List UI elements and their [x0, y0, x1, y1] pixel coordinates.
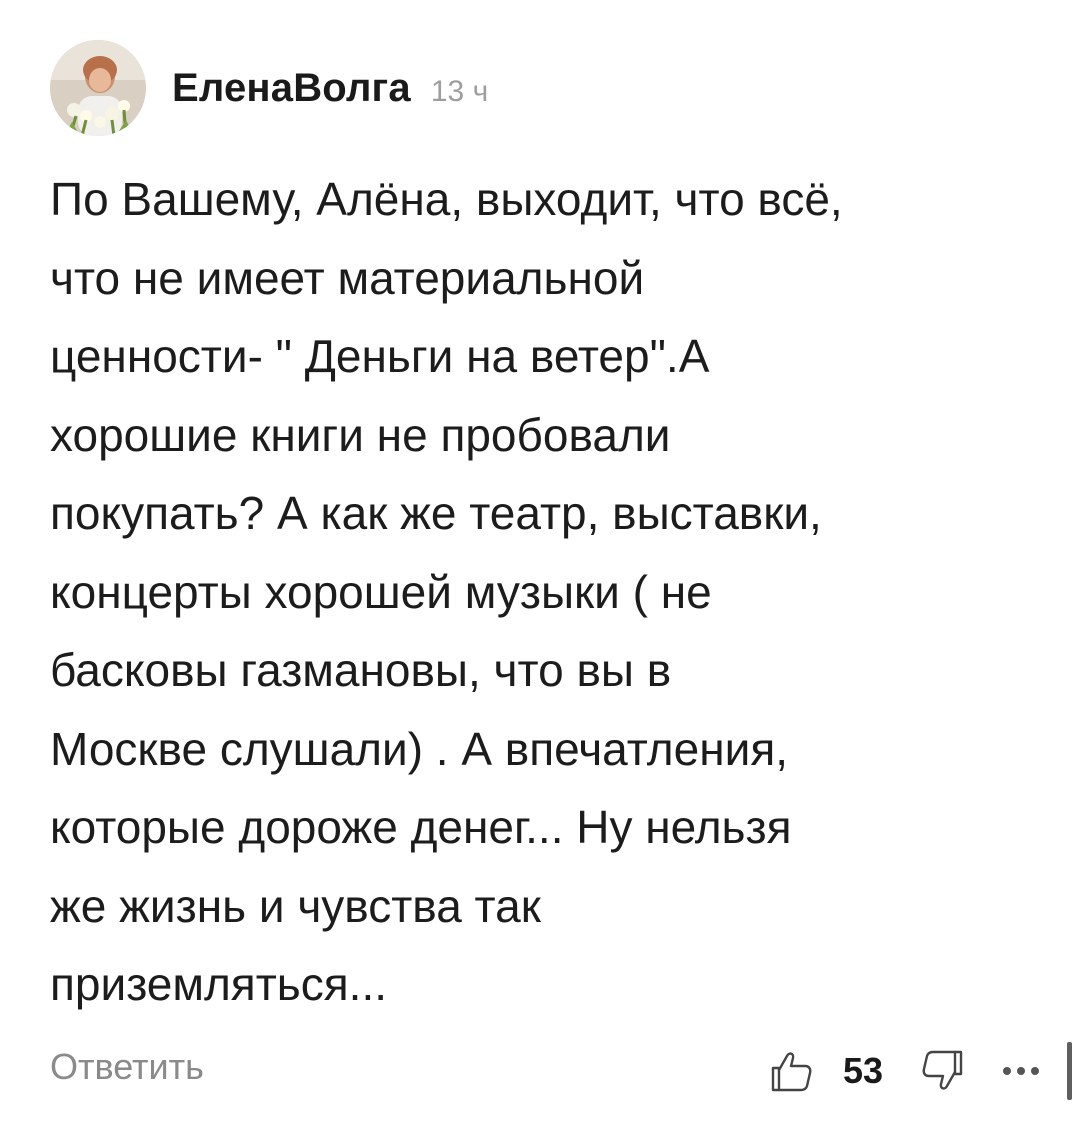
comment-time: 13 ч: [430, 75, 489, 108]
thumbs-up-icon[interactable]: [769, 1048, 815, 1094]
scrollbar[interactable]: [1067, 1042, 1072, 1100]
comment-text: По Вашему, Алёна, выходит, что всё, что …: [50, 173, 843, 1010]
author-name[interactable]: ЕленаВолга: [172, 66, 411, 111]
comment-card: ЕленаВолга 13 ч По Вашему, Алёна, выходи…: [0, 0, 1080, 1139]
avatar[interactable]: [50, 40, 146, 136]
comment-footer: Ответить 53: [50, 1036, 1080, 1106]
like-count: 53: [842, 1050, 883, 1091]
reply-button[interactable]: Ответить: [50, 1046, 204, 1088]
thumbs-down-icon[interactable]: [919, 1048, 965, 1094]
comment-actions: 53: [769, 1036, 1072, 1106]
comment-header: ЕленаВолга 13 ч: [50, 40, 488, 136]
more-dots-icon[interactable]: [1001, 1064, 1041, 1078]
